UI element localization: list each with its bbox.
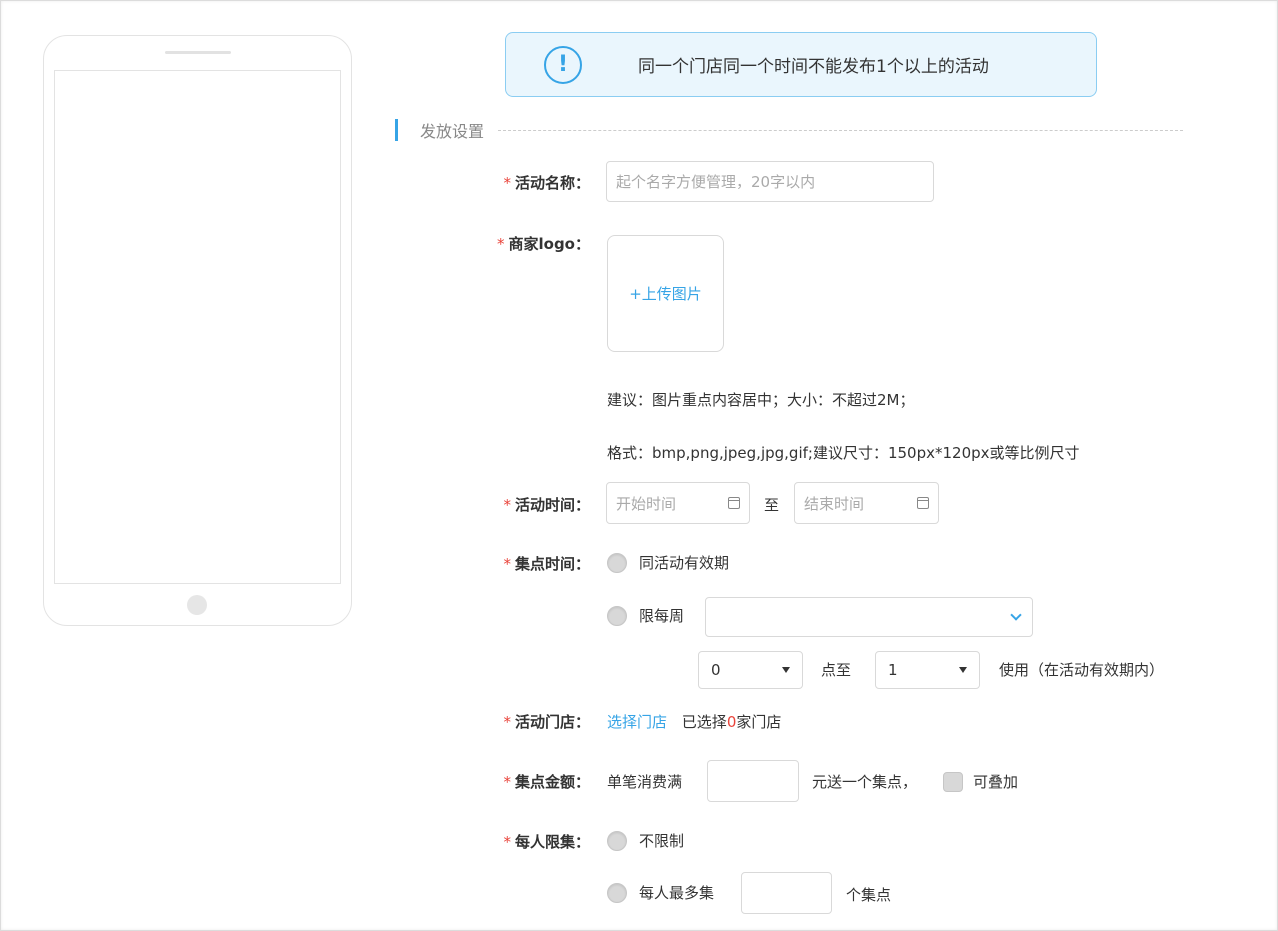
radio-button[interactable] (607, 830, 627, 851)
per-person-limit-label: * 每人限集： (470, 831, 590, 852)
max-stamps-field[interactable] (741, 872, 832, 914)
required-mark: * (503, 773, 511, 791)
logo-hint-format: 格式：bmp,png,jpeg,jpg,gif;建议尺寸：150px*120px… (607, 444, 1080, 462)
chevron-down-icon (1010, 609, 1022, 621)
calendar-icon (728, 497, 740, 509)
upload-image-button[interactable]: +上传图片 (607, 235, 724, 352)
radio-button[interactable] (607, 552, 627, 573)
section-accent-bar (395, 119, 398, 141)
dropdown-arrow-icon (959, 667, 967, 673)
radio-no-limit[interactable]: 不限制 (607, 830, 684, 851)
merchant-logo-label: * 商家logo： (470, 233, 590, 254)
selected-suffix: 家门店 (736, 713, 782, 731)
end-hour-value: 1 (888, 661, 898, 679)
stamp-amount-label-text: 集点金额： (514, 773, 590, 791)
stamp-time-suffix: 使用（在活动有效期内） (999, 661, 1165, 679)
logo-hint-size: 建议：图片重点内容居中；大小：不超过2M； (607, 391, 915, 409)
max-stamps-input[interactable] (742, 873, 831, 913)
stamp-time-label: * 集点时间： (470, 553, 590, 574)
stamp-amount-label: * 集点金额： (470, 771, 590, 792)
radio-same-as-activity[interactable]: 同活动有效期 (607, 552, 729, 573)
phone-speaker (165, 51, 231, 54)
radio-label: 每人最多集 (639, 884, 715, 902)
required-mark: * (503, 174, 511, 192)
upload-image-label: +上传图片 (629, 285, 702, 303)
dropdown-arrow-icon (782, 667, 790, 673)
section-header: 发放设置 (395, 118, 1183, 142)
hour-separator: 点至 (821, 661, 852, 679)
radio-label: 限每周 (639, 607, 685, 625)
radio-button[interactable] (607, 882, 627, 903)
activity-time-label: * 活动时间： (470, 494, 590, 515)
radio-weekly-limit[interactable]: 限每周 (607, 605, 684, 626)
phone-screen (54, 70, 341, 584)
activity-store-label: * 活动门店： (470, 711, 590, 732)
selected-store-count: 0 (726, 713, 737, 731)
calendar-icon (917, 497, 929, 509)
notice-banner: ! 同一个门店同一个时间不能发布1个以上的活动 (505, 32, 1097, 97)
merchant-logo-label-text: 商家logo： (508, 235, 591, 253)
phone-home-button (187, 595, 207, 615)
activity-store-label-text: 活动门店： (514, 713, 590, 731)
activity-name-label-text: 活动名称： (514, 174, 590, 192)
required-mark: * (503, 833, 511, 851)
activity-time-label-text: 活动时间： (514, 496, 590, 514)
required-mark: * (497, 235, 505, 253)
stamp-amount-input[interactable] (708, 761, 798, 801)
radio-label: 同活动有效期 (639, 554, 730, 572)
stackable-label: 可叠加 (973, 773, 1019, 791)
activity-name-field[interactable] (606, 161, 934, 202)
start-hour-value: 0 (711, 661, 721, 679)
stackable-checkbox-row[interactable]: 可叠加 (943, 771, 1018, 792)
required-mark: * (503, 496, 511, 514)
phone-preview (43, 35, 352, 626)
exclamation-circle-icon: ! (544, 45, 582, 84)
activity-name-input[interactable] (607, 162, 933, 201)
activity-name-label: * 活动名称： (470, 172, 590, 193)
required-mark: * (503, 555, 511, 573)
select-store-link[interactable]: 选择门店 (607, 713, 667, 731)
stackable-checkbox[interactable] (943, 771, 963, 792)
start-date-picker[interactable]: 开始时间 (606, 482, 750, 524)
required-mark: * (503, 713, 511, 731)
date-range-separator: 至 (764, 496, 780, 514)
radio-button[interactable] (607, 605, 627, 626)
per-person-limit-label-text: 每人限集： (514, 833, 590, 851)
stamp-amount-field[interactable] (707, 760, 799, 802)
notice-text: 同一个门店同一个时间不能发布1个以上的活动 (638, 57, 989, 77)
radio-max-per-person[interactable]: 每人最多集 (607, 882, 714, 903)
stamp-time-label-text: 集点时间： (514, 555, 590, 573)
store-selection: 选择门店 已选择0家门店 (607, 711, 781, 732)
section-title: 发放设置 (420, 122, 485, 141)
end-date-placeholder: 结束时间 (804, 494, 865, 513)
weekday-select[interactable] (705, 597, 1033, 637)
end-hour-select[interactable]: 1 (875, 651, 980, 689)
selected-prefix: 已选择 (681, 713, 727, 731)
max-stamps-suffix: 个集点 (846, 886, 892, 904)
section-divider (498, 129, 1183, 131)
end-date-picker[interactable]: 结束时间 (794, 482, 939, 524)
start-date-placeholder: 开始时间 (616, 494, 677, 513)
stamp-amount-prefix: 单笔消费满 (607, 773, 683, 791)
start-hour-select[interactable]: 0 (698, 651, 803, 689)
radio-label: 不限制 (639, 832, 685, 850)
stamp-amount-suffix: 元送一个集点， (812, 773, 918, 791)
